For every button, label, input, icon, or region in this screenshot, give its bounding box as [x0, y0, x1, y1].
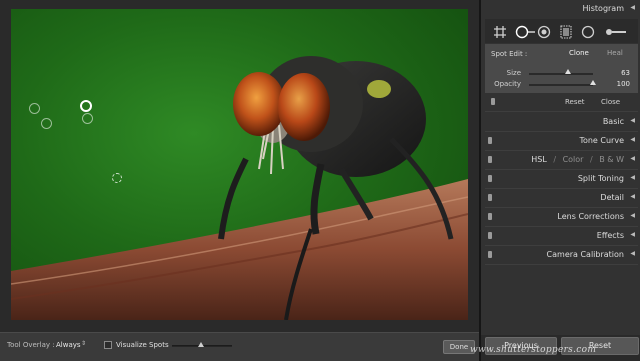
panel-toggle-icon[interactable] [488, 251, 492, 258]
histogram-header[interactable]: Histogram ◀ [485, 0, 638, 18]
divider [485, 264, 638, 265]
spot-marker[interactable] [41, 118, 52, 129]
panel-toggle-icon[interactable] [488, 232, 492, 239]
panel-toggle-icon[interactable] [491, 98, 495, 105]
tool-strip [485, 19, 638, 43]
section-effects[interactable]: Effects ◀ [485, 227, 638, 245]
expand-arrow-icon: ◀ [630, 193, 635, 200]
adjustment-brush-icon[interactable] [605, 24, 627, 38]
section-label: Lens Corrections [557, 212, 624, 221]
spot-marker-active[interactable] [80, 100, 92, 112]
section-split-toning[interactable]: Split Toning ◀ [485, 170, 638, 188]
collapse-arrow-icon: ◀ [630, 4, 635, 11]
heal-mode-button[interactable]: Heal [607, 49, 623, 57]
size-value[interactable]: 63 [621, 69, 630, 77]
graduated-filter-icon[interactable] [559, 24, 573, 39]
image-canvas[interactable] [0, 0, 479, 332]
spot-edit-title: Spot Edit : [491, 50, 528, 58]
opacity-value[interactable]: 100 [617, 80, 630, 88]
spot-removal-icon[interactable] [515, 24, 535, 39]
bottom-toolbar: Tool Overlay : Always ⇕ Visualize Spots … [0, 332, 479, 361]
section-tone-curve[interactable]: Tone Curve ◀ [485, 132, 638, 150]
section-lens-corrections[interactable]: Lens Corrections ◀ [485, 208, 638, 226]
tool-overlay-select[interactable]: Always [56, 341, 81, 349]
bw-tab[interactable]: B & W [599, 155, 624, 164]
size-slider-thumb[interactable] [565, 69, 571, 74]
section-label: Detail [600, 193, 624, 202]
radial-filter-icon[interactable] [581, 24, 595, 39]
section-camera-calibration[interactable]: Camera Calibration ◀ [485, 246, 638, 264]
spot-marker-source[interactable] [82, 113, 93, 124]
size-label: Size [506, 69, 521, 77]
app-window: Tool Overlay : Always ⇕ Visualize Spots … [0, 0, 640, 361]
expand-arrow-icon: ◀ [630, 174, 635, 181]
visualize-spots-checkbox[interactable] [104, 341, 112, 349]
expand-arrow-icon: ◀ [630, 231, 635, 238]
section-detail[interactable]: Detail ◀ [485, 189, 638, 207]
spot-cursor [112, 173, 122, 183]
size-slider[interactable] [529, 73, 593, 75]
photo-content [11, 56, 468, 320]
tab-separator: / [590, 155, 593, 164]
spot-close-button[interactable]: Close [601, 98, 620, 106]
spot-reset-button[interactable]: Reset [565, 98, 585, 106]
divider [485, 111, 638, 112]
section-label: Effects [596, 231, 624, 240]
opacity-slider[interactable] [529, 84, 593, 86]
hsl-tab[interactable]: HSL [531, 155, 547, 164]
section-basic[interactable]: Basic ◀ [485, 113, 638, 131]
expand-arrow-icon: ◀ [630, 250, 635, 257]
spot-edit-footer: Reset Close [485, 93, 638, 111]
panel-toggle-icon[interactable] [488, 175, 492, 182]
section-label: Basic [602, 117, 624, 126]
section-label: Tone Curve [579, 136, 624, 145]
red-eye-icon[interactable] [537, 24, 551, 39]
panel-toggle-icon[interactable] [488, 213, 492, 220]
photo-robber-fly[interactable] [11, 9, 468, 320]
spot-marker[interactable] [29, 103, 40, 114]
panel-toggle-icon[interactable] [488, 137, 492, 144]
histogram-label: Histogram [582, 4, 625, 13]
panel-toggle-icon[interactable] [488, 194, 492, 201]
watermark: www.shutterstoppers.com [470, 345, 597, 355]
color-tab[interactable]: Color [563, 155, 584, 164]
clone-mode-button[interactable]: Clone [569, 49, 589, 57]
updown-arrows-icon[interactable]: ⇕ [81, 340, 86, 347]
develop-right-panel: Histogram ◀ Spot Edit : Clone Heal Size … [479, 0, 640, 361]
tool-overlay-label: Tool Overlay : [7, 341, 55, 349]
opacity-slider-thumb[interactable] [590, 80, 596, 85]
panel-toggle-icon[interactable] [488, 156, 492, 163]
section-label: Camera Calibration [546, 250, 624, 259]
section-label: Split Toning [577, 174, 624, 183]
expand-arrow-icon: ◀ [630, 155, 635, 162]
opacity-label: Opacity [494, 80, 521, 88]
slider-thumb-icon[interactable] [198, 342, 204, 347]
visualize-spots-label: Visualize Spots [116, 341, 169, 349]
crop-overlay-icon[interactable] [493, 24, 507, 38]
tab-separator: / [553, 155, 557, 164]
expand-arrow-icon: ◀ [630, 117, 635, 124]
section-label-hsl: HSL / Color / B & W [531, 155, 624, 164]
section-hsl[interactable]: HSL / Color / B & W ◀ [485, 151, 638, 169]
expand-arrow-icon: ◀ [630, 136, 635, 143]
expand-arrow-icon: ◀ [630, 212, 635, 219]
